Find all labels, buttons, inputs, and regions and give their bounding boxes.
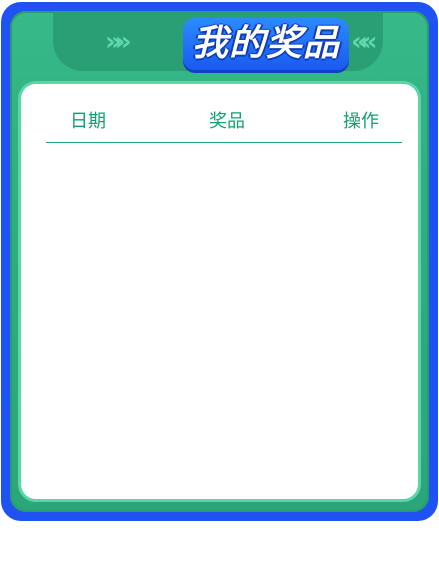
title-badge: 我的奖品: [183, 18, 349, 70]
title-bar: »» «« 我的奖品: [53, 11, 383, 71]
dialog-title: 我的奖品: [191, 23, 340, 64]
chevron-left-decor-icon: ««: [351, 27, 377, 57]
table-header: 日期 奖品 操作: [46, 110, 402, 143]
prize-table-panel: 日期 奖品 操作: [18, 81, 421, 502]
column-header-action: 操作: [343, 111, 379, 132]
prize-dialog: »» «« 我的奖品 日期 奖品 操作: [1, 2, 438, 521]
column-header-prize: 奖品: [209, 111, 245, 132]
prize-list[interactable]: [46, 144, 402, 484]
chevron-right-decor-icon: »»: [105, 27, 131, 57]
column-header-date: 日期: [70, 111, 106, 132]
prize-dialog-body: »» «« 我的奖品 日期 奖品 操作: [10, 11, 429, 512]
